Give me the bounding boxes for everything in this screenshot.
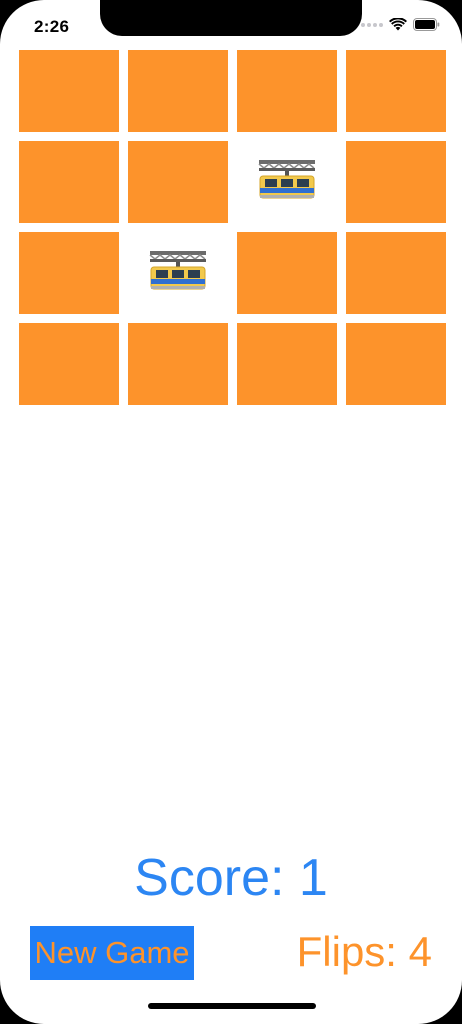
battery-icon [413,18,440,31]
card-1[interactable] [19,50,119,132]
card-13[interactable] [19,323,119,405]
cellular-signal-icon [361,22,383,27]
status-time: 2:26 [34,17,70,36]
home-indicator [148,1003,316,1009]
status-icons [361,18,440,31]
card-16[interactable] [346,323,446,405]
card-6[interactable] [128,141,228,223]
card-15[interactable] [237,323,337,405]
device-notch [100,0,362,36]
card-10[interactable] [128,232,228,314]
new-game-button[interactable]: New Game [30,926,194,980]
card-11[interactable] [237,232,337,314]
card-7[interactable] [237,141,337,223]
suspension-railway-icon [256,157,318,208]
card-12[interactable] [346,232,446,314]
app-screen: 2:26 Score: 1 New Game Flips: 4 [0,0,462,1024]
card-8[interactable] [346,141,446,223]
card-grid [19,50,446,405]
card-3[interactable] [237,50,337,132]
card-9[interactable] [19,232,119,314]
card-2[interactable] [128,50,228,132]
suspension-railway-icon [147,248,209,299]
card-5[interactable] [19,141,119,223]
score-label: Score: 1 [134,849,328,907]
flips-label: Flips: 4 [296,928,432,975]
card-4[interactable] [346,50,446,132]
card-14[interactable] [128,323,228,405]
wifi-icon [389,18,407,31]
